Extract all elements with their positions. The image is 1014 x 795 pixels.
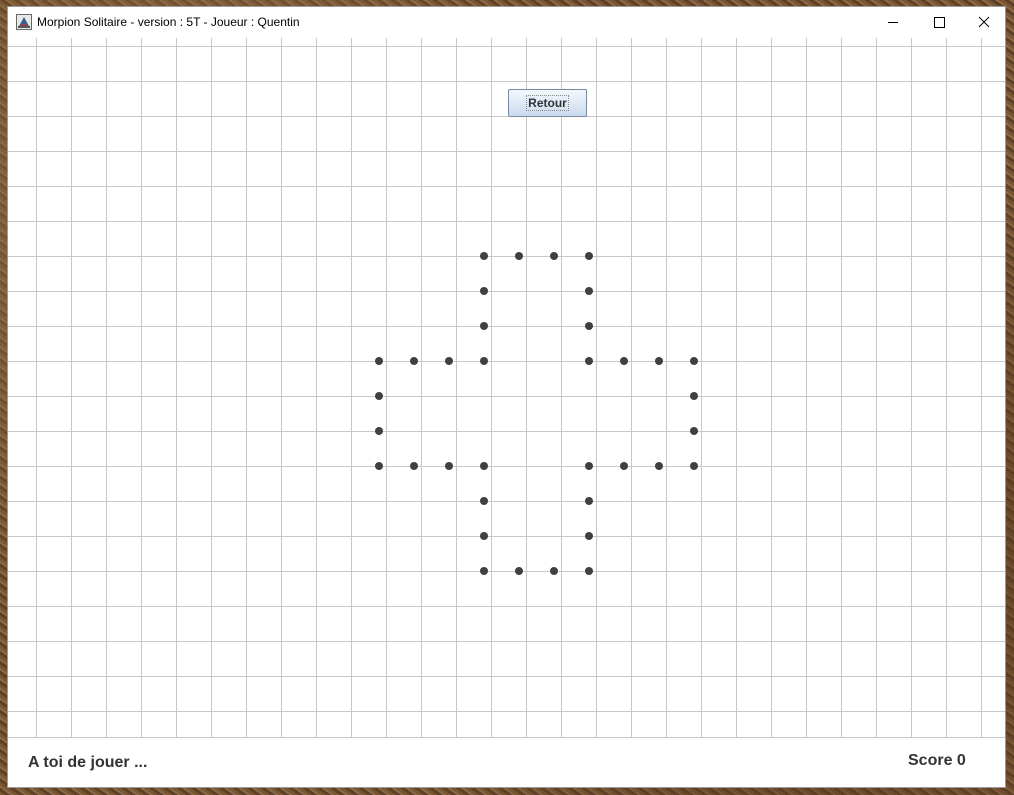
maximize-button[interactable] [916,7,962,37]
board-dot[interactable] [690,427,698,435]
board-dot[interactable] [585,497,593,505]
java-app-icon[interactable] [16,14,32,30]
board-dot[interactable] [410,357,418,365]
board-dot[interactable] [515,252,523,260]
board-dot[interactable] [585,567,593,575]
score-display: Score 0 [908,752,966,769]
maximize-icon [934,17,945,28]
app-window: Morpion Solitaire - version : 5T - Joueu… [7,6,1006,788]
board-dots-layer [375,252,698,575]
board-dot[interactable] [480,532,488,540]
board-dot[interactable] [655,357,663,365]
board-dot[interactable] [585,462,593,470]
board-dot[interactable] [480,357,488,365]
board-dot[interactable] [410,462,418,470]
board-dot[interactable] [585,532,593,540]
board-dot[interactable] [550,567,558,575]
board-dot[interactable] [480,322,488,330]
board-dot[interactable] [445,357,453,365]
title-bar[interactable]: Morpion Solitaire - version : 5T - Joueu… [8,7,1005,38]
board-dot[interactable] [375,462,383,470]
retour-button[interactable]: Retour [508,89,587,117]
board-dot[interactable] [620,462,628,470]
board-dot[interactable] [375,392,383,400]
board-dot[interactable] [480,567,488,575]
board-dot[interactable] [585,252,593,260]
board-dot[interactable] [480,497,488,505]
board-dot[interactable] [375,357,383,365]
board-dot[interactable] [550,252,558,260]
board-dot[interactable] [620,357,628,365]
board-dot[interactable] [655,462,663,470]
board-dot[interactable] [690,462,698,470]
board-dot[interactable] [480,287,488,295]
close-button[interactable] [961,7,1007,37]
board-dot[interactable] [375,427,383,435]
game-board-grid[interactable]: Retour [8,38,1005,738]
board-dot[interactable] [690,392,698,400]
window-title: Morpion Solitaire - version : 5T - Joueu… [37,15,300,29]
close-icon [978,16,990,28]
board-dot[interactable] [515,567,523,575]
minimize-icon [888,22,898,23]
board-dot[interactable] [445,462,453,470]
board-dot[interactable] [480,252,488,260]
status-message: A toi de jouer ... [28,754,148,771]
board-dot[interactable] [690,357,698,365]
board-dot[interactable] [585,322,593,330]
retour-button-label: Retour [526,95,569,111]
board-dot[interactable] [585,357,593,365]
minimize-button[interactable] [870,7,916,37]
board-dot[interactable] [480,462,488,470]
board-dot[interactable] [585,287,593,295]
